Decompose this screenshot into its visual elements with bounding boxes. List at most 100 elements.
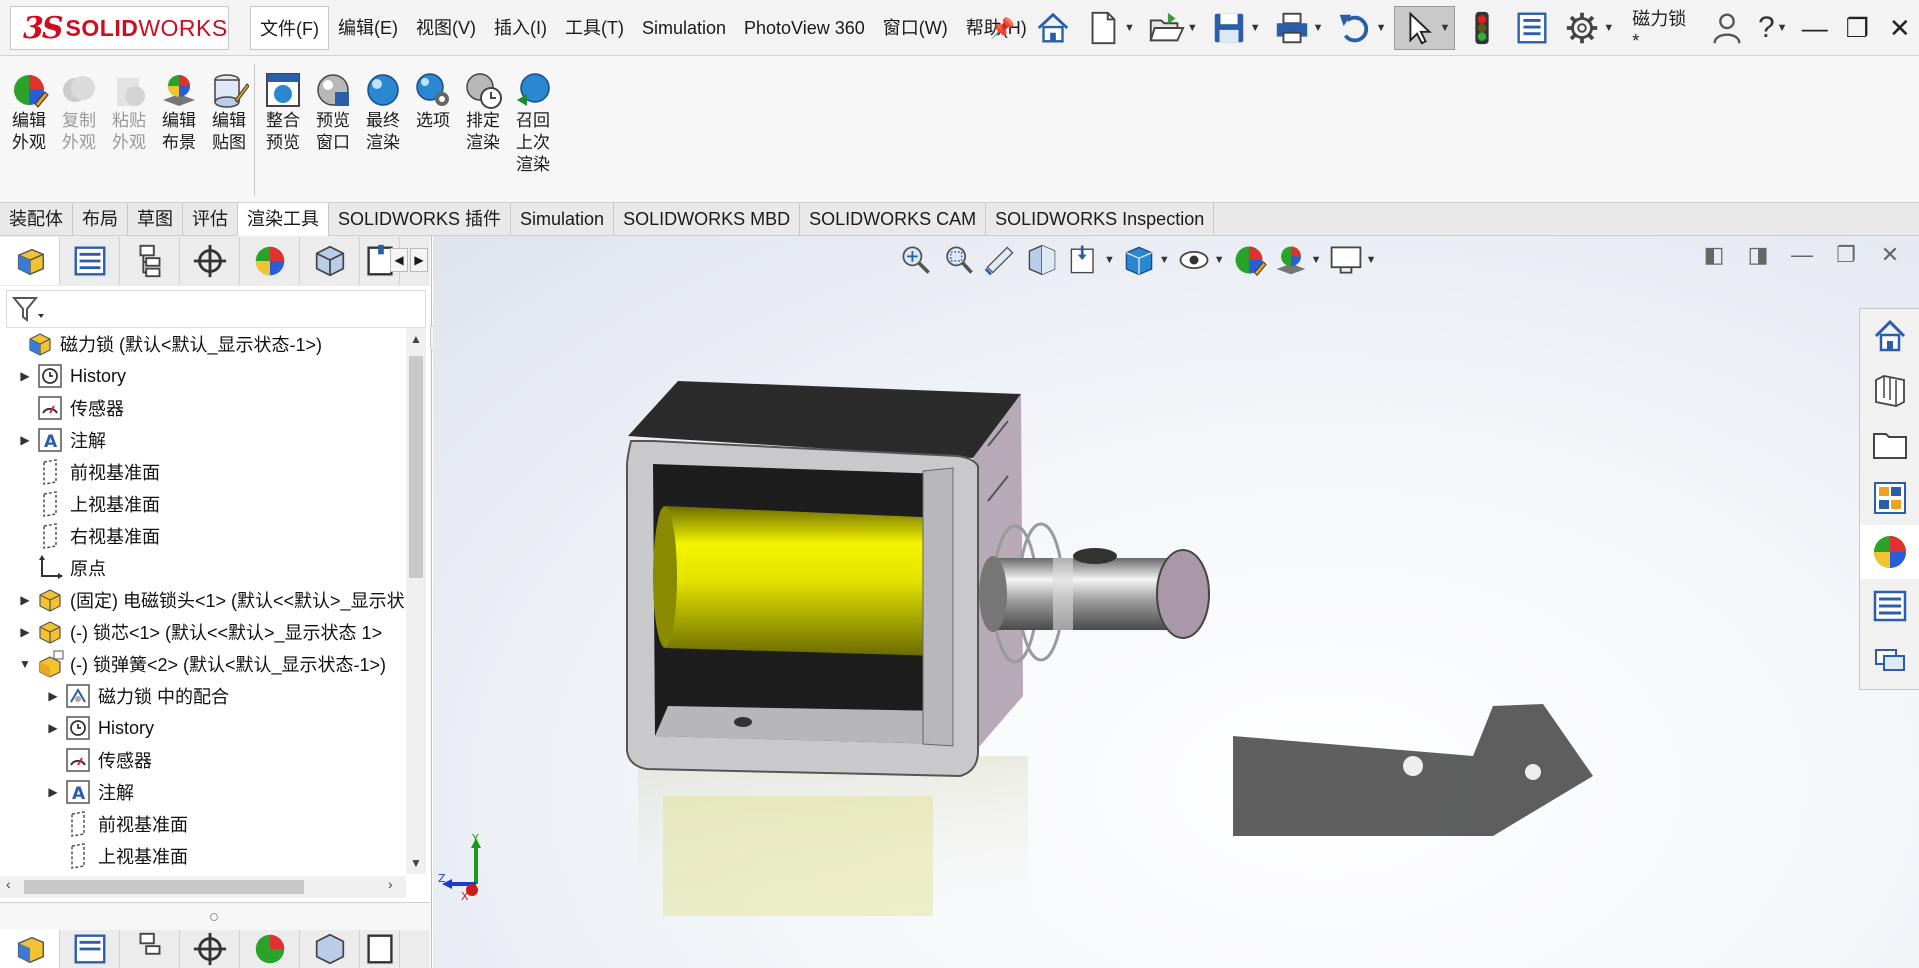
viewport-close-icon[interactable]: ✕ bbox=[1873, 242, 1907, 268]
panel-splitter[interactable] bbox=[0, 902, 430, 930]
expand-arrow-icon[interactable]: ▶ bbox=[18, 433, 32, 447]
previous-view-button[interactable] bbox=[982, 242, 1018, 278]
tree-node[interactable]: ▼ (-) 锁弹簧<2> (默认<默认_显示状态-1>) bbox=[0, 648, 406, 680]
scroll-down-arrow-icon[interactable]: ▼ bbox=[406, 856, 426, 870]
tree-vscroll-thumb[interactable] bbox=[409, 356, 423, 578]
scroll-left-arrow-icon[interactable]: ‹ bbox=[6, 876, 11, 892]
tree-filter[interactable] bbox=[6, 290, 426, 328]
tab-5[interactable]: SOLIDWORKS 插件 bbox=[329, 203, 512, 236]
tree-node[interactable]: ▶ (-) 锁芯<1> (默认<<默认>_显示状态 1> bbox=[0, 616, 406, 648]
home-button[interactable] bbox=[1030, 6, 1076, 50]
viewport-minimize-icon[interactable]: — bbox=[1785, 242, 1819, 268]
tab-2[interactable]: 草图 bbox=[128, 203, 183, 236]
tree-node[interactable]: ▶ History bbox=[0, 712, 406, 744]
bottom-feature-manager-tab[interactable] bbox=[0, 930, 60, 968]
split-view-right-icon[interactable]: ◨ bbox=[1741, 242, 1775, 268]
tree-node[interactable]: ▶ 磁力锁 中的配合 bbox=[0, 680, 406, 712]
menu-item-5[interactable]: Simulation bbox=[633, 6, 735, 50]
menu-item-0[interactable]: 文件(F) bbox=[250, 6, 329, 50]
tree-node[interactable]: 原点 bbox=[0, 552, 406, 584]
forum-tab[interactable] bbox=[1860, 633, 1919, 687]
tree-hscroll-thumb[interactable] bbox=[24, 880, 304, 894]
expand-arrow-icon[interactable]: ▶ bbox=[18, 593, 32, 607]
tab-1[interactable]: 布局 bbox=[73, 203, 128, 236]
view-orientation-button[interactable]: ▼ bbox=[1066, 242, 1115, 278]
tab-8[interactable]: SOLIDWORKS CAM bbox=[800, 203, 987, 236]
section-view-button[interactable] bbox=[1024, 242, 1060, 278]
select-button[interactable]: ▼ bbox=[1394, 6, 1456, 50]
file-explorer-tab[interactable] bbox=[1860, 417, 1919, 471]
edit-decal-button[interactable]: 编辑 贴图 bbox=[204, 70, 254, 154]
display-manager-tab[interactable] bbox=[240, 237, 300, 285]
rebuild-button[interactable] bbox=[1459, 6, 1505, 50]
bottom-configuration-manager-tab[interactable] bbox=[120, 930, 180, 968]
edit-scene-button[interactable]: 编辑 布景 bbox=[154, 70, 204, 154]
expand-arrow-icon[interactable]: ▶ bbox=[46, 785, 60, 799]
undo-button[interactable]: ▼ bbox=[1332, 6, 1391, 50]
copy-appearance-button[interactable]: 复制 外观 bbox=[54, 70, 104, 154]
dropdown-arrow-icon[interactable]: ▼ bbox=[1104, 254, 1115, 266]
file-properties-button[interactable] bbox=[1509, 6, 1555, 50]
options-button[interactable]: ▼ bbox=[1559, 6, 1618, 50]
open-dropdown-icon[interactable]: ▼ bbox=[1187, 22, 1198, 34]
menu-item-2[interactable]: 视图(V) bbox=[407, 6, 485, 50]
help-dropdown-icon[interactable]: ▼ bbox=[1777, 22, 1788, 34]
graphics-area[interactable]: ▼ ▼ ▼ ▼ ▼ ◧ ◨ — ❐ ✕ Y Z X bbox=[433, 236, 1919, 968]
feature-manager-tab[interactable] bbox=[0, 237, 60, 285]
dimxpert-tab[interactable] bbox=[180, 237, 240, 285]
menu-item-3[interactable]: 插入(I) bbox=[485, 6, 556, 50]
tree-node[interactable]: ▶ History bbox=[0, 360, 406, 392]
tree-node[interactable]: 传感器 bbox=[0, 744, 406, 776]
paste-appearance-button[interactable]: 粘贴 外观 bbox=[104, 70, 154, 154]
custom-properties-tab[interactable] bbox=[1860, 579, 1919, 633]
minimize-window-button[interactable]: — bbox=[1796, 13, 1834, 44]
tree-node[interactable]: 传感器 bbox=[0, 392, 406, 424]
save-button[interactable]: ▼ bbox=[1206, 6, 1265, 50]
expand-arrow-icon[interactable]: ▼ bbox=[18, 657, 32, 671]
print-dropdown-icon[interactable]: ▼ bbox=[1313, 22, 1324, 34]
tree-node[interactable]: 上视基准面 bbox=[0, 488, 406, 520]
solidworks-resources-tab[interactable] bbox=[1860, 309, 1919, 363]
menu-item-4[interactable]: 工具(T) bbox=[556, 6, 633, 50]
menu-item-1[interactable]: 编辑(E) bbox=[329, 6, 407, 50]
options-dropdown-icon[interactable]: ▼ bbox=[1603, 22, 1614, 34]
close-window-button[interactable]: ✕ bbox=[1881, 13, 1919, 44]
tab-0[interactable]: 装配体 bbox=[0, 203, 73, 236]
dropdown-arrow-icon[interactable]: ▼ bbox=[1311, 254, 1322, 266]
help-button[interactable]: ? ▼ bbox=[1754, 6, 1792, 50]
preview-window-button[interactable]: 预览 窗口 bbox=[308, 70, 358, 154]
tree-node[interactable]: 前视基准面 bbox=[0, 808, 406, 840]
pin-menu-icon[interactable]: 📌 bbox=[990, 16, 1015, 41]
dropdown-arrow-icon[interactable]: ▼ bbox=[1214, 254, 1225, 266]
new-dropdown-icon[interactable]: ▼ bbox=[1124, 22, 1135, 34]
edit-appearance-button[interactable] bbox=[1231, 242, 1267, 278]
recall-last-render-button[interactable]: 召回 上次 渲染 bbox=[508, 70, 558, 176]
tab-7[interactable]: SOLIDWORKS MBD bbox=[614, 203, 801, 236]
bottom-display-manager-tab[interactable] bbox=[240, 930, 300, 968]
hide-show-items-button[interactable]: ▼ bbox=[1176, 242, 1225, 278]
view-palette-tab[interactable] bbox=[1860, 471, 1919, 525]
tab-3[interactable]: 评估 bbox=[183, 203, 238, 236]
print-button[interactable]: ▼ bbox=[1269, 6, 1328, 50]
save-dropdown-icon[interactable]: ▼ bbox=[1250, 22, 1261, 34]
design-library-tab[interactable] bbox=[1860, 363, 1919, 417]
expand-arrow-icon[interactable]: ▶ bbox=[46, 721, 60, 735]
schedule-render-button[interactable]: 排定 渲染 bbox=[458, 70, 508, 154]
restore-window-button[interactable]: ❐ bbox=[1838, 13, 1876, 44]
split-view-left-icon[interactable]: ◧ bbox=[1697, 242, 1731, 268]
appearances-scenes-tab[interactable] bbox=[1860, 525, 1919, 579]
bottom-cam-tab[interactable] bbox=[360, 930, 400, 968]
user-account-button[interactable] bbox=[1704, 6, 1750, 50]
undo-dropdown-icon[interactable]: ▼ bbox=[1376, 22, 1387, 34]
panel-tab-scroll-left[interactable]: ◀ bbox=[390, 248, 408, 272]
final-render-button[interactable]: 最终 渲染 bbox=[358, 70, 408, 154]
tab-6[interactable]: Simulation bbox=[511, 203, 615, 236]
tree-node[interactable]: ▶ A 注解 bbox=[0, 776, 406, 808]
solidworks-logo[interactable]: 3S SOLIDWORKS bbox=[10, 6, 229, 50]
expand-arrow-icon[interactable]: ▶ bbox=[18, 625, 32, 639]
tree-node[interactable]: 磁力锁 (默认<默认_显示状态-1>) bbox=[0, 328, 406, 360]
integrated-preview-button[interactable]: 整合 预览 bbox=[258, 70, 308, 154]
scroll-right-arrow-icon[interactable]: › bbox=[388, 876, 393, 892]
tree-vertical-scrollbar[interactable]: ▲ ▼ bbox=[406, 328, 426, 874]
edit-appearance-button[interactable]: 编辑 外观 bbox=[4, 70, 54, 154]
